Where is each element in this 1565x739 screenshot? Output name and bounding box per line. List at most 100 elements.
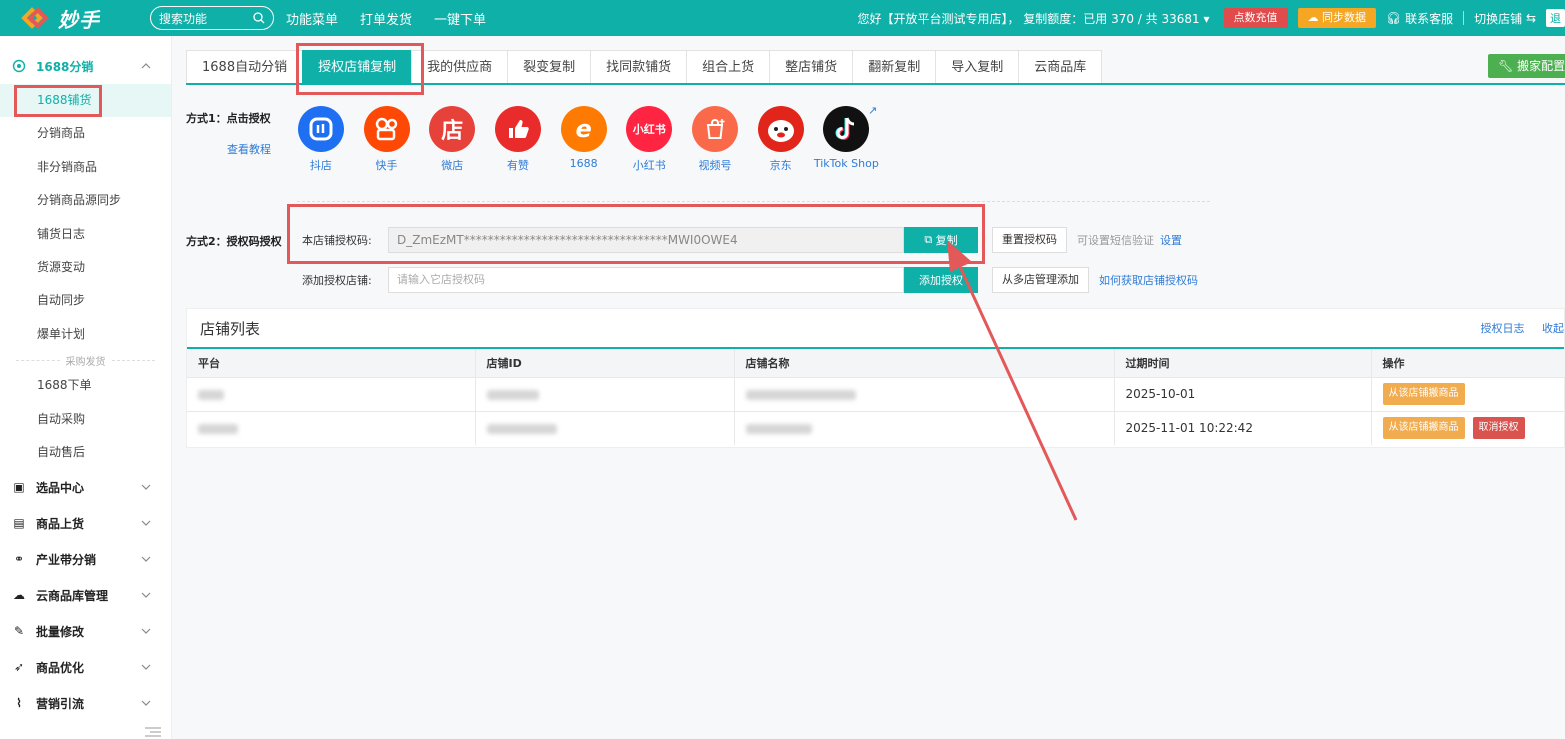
tab-find-same[interactable]: 找同款铺货 bbox=[590, 50, 688, 83]
shop-bag-icon: ▣ bbox=[13, 480, 25, 495]
section-divider bbox=[297, 201, 1210, 202]
support-link[interactable]: 🎧︎ 联系客服 bbox=[1386, 10, 1453, 27]
sidebar-item-listing-log[interactable]: 铺货日志 bbox=[0, 218, 171, 251]
auth-code-field[interactable]: D_ZmEzMT********************************… bbox=[388, 227, 904, 253]
top-bar: 妙手 搜索功能 功能菜单 打单发货 一键下单 您好【开放平台测试专用店】， 复制… bbox=[0, 0, 1565, 36]
tab-import-copy[interactable]: 导入复制 bbox=[935, 50, 1020, 83]
sync-data-button[interactable]: ☁ 同步数据 bbox=[1297, 8, 1377, 28]
nav-print-ship[interactable]: 打单发货 bbox=[360, 9, 412, 28]
sms-settings-link[interactable]: 设置 bbox=[1160, 232, 1182, 248]
sidebar: 1688分销 1688铺货 分销商品 非分销商品 分销商品源同步 铺货日志 货源… bbox=[0, 36, 172, 739]
tab-auth-store-copy[interactable]: 授权店铺复制 bbox=[302, 50, 413, 83]
headset-icon: 🎧︎ bbox=[1386, 11, 1406, 25]
store-list-panel: 店铺列表 授权日志 收起 平台 店铺ID 店铺名称 过期时间 操作 2025-1… bbox=[186, 308, 1565, 448]
tab-1688-auto-dist[interactable]: 1688自动分销 bbox=[186, 50, 304, 83]
revoke-auth-button[interactable]: 取消授权 bbox=[1472, 417, 1525, 440]
move-products-button[interactable]: 从该店铺搬商品 bbox=[1382, 383, 1465, 405]
redacted-store-name bbox=[745, 423, 812, 434]
method2-label: 方式2：授权码授权 bbox=[186, 235, 282, 248]
platform-xiaohongshu[interactable]: 小红书 小红书 bbox=[616, 106, 682, 173]
chevron-down-icon bbox=[141, 625, 151, 639]
search-box[interactable]: 搜索功能 bbox=[150, 6, 274, 30]
platform-douyin[interactable]: 抖店 bbox=[288, 106, 354, 173]
move-config-button[interactable]: 🔧︎ 搬家配置 ▾ bbox=[1488, 54, 1565, 78]
col-store-name: 店铺名称 bbox=[734, 349, 1115, 377]
expire-time: 2025-11-01 10:22:42 bbox=[1114, 410, 1372, 445]
sidebar-group-industry[interactable]: ⚭ 产业带分销 bbox=[0, 541, 171, 577]
platform-weidian[interactable]: 店 微店 bbox=[419, 106, 485, 173]
add-auth-button[interactable]: 添加授权 bbox=[904, 267, 978, 293]
recharge-button[interactable]: 点数充值 bbox=[1223, 8, 1288, 28]
sidebar-group-marketing[interactable]: ⌇ 营销引流 bbox=[0, 685, 171, 721]
how-to-get-code-link[interactable]: 如何获取店铺授权码 bbox=[1099, 272, 1198, 288]
jd-dog-icon bbox=[757, 106, 804, 152]
box-icon: ▤ bbox=[13, 516, 25, 531]
tab-cloud-library[interactable]: 云商品库 bbox=[1018, 50, 1103, 83]
sidebar-item-1688-order[interactable]: 1688下单 bbox=[0, 369, 171, 402]
redacted-store-id bbox=[486, 389, 539, 400]
sidebar-item-source-sync[interactable]: 分销商品源同步 bbox=[0, 184, 171, 217]
main-content: 1688自动分销 授权店铺复制 我的供应商 裂变复制 找同款铺货 组合上货 整店… bbox=[172, 36, 1565, 739]
chevron-down-icon bbox=[141, 553, 151, 567]
sms-hint: 可设置短信验证 bbox=[1077, 234, 1154, 247]
sidebar-item-dist-products[interactable]: 分销商品 bbox=[0, 117, 171, 150]
sidebar-item-non-dist-products[interactable]: 非分销商品 bbox=[0, 151, 171, 184]
tab-refurbish-copy[interactable]: 翻新复制 bbox=[852, 50, 937, 83]
tutorial-link[interactable]: 查看教程 bbox=[227, 141, 271, 157]
auth-code-label: 本店铺授权码: bbox=[302, 234, 372, 247]
platform-list: 抖店 快手 店 微店 有赞 e 1688 小红书 小红书 视频号 京东 ↗ Ti… bbox=[288, 104, 880, 173]
sidebar-group-cloud-library[interactable]: ☁ 云商品库管理 bbox=[0, 577, 171, 613]
caret-down-icon: ▾ bbox=[1203, 11, 1210, 26]
collapse-link[interactable]: 收起 bbox=[1542, 322, 1564, 335]
cloud-icon: ☁ bbox=[13, 588, 25, 603]
sidebar-group-batch-edit[interactable]: ✎ 批量修改 bbox=[0, 613, 171, 649]
platform-jd[interactable]: 京东 bbox=[748, 106, 814, 173]
sidebar-group-upload[interactable]: ▤ 商品上货 bbox=[0, 505, 171, 541]
sidebar-group-selection[interactable]: ▣ 选品中心 bbox=[0, 469, 171, 505]
add-from-multistore-button[interactable]: 从多店管理添加 bbox=[992, 267, 1089, 293]
sidebar-group-1688[interactable]: 1688分销 bbox=[0, 48, 171, 84]
sidebar-item-source-change[interactable]: 货源变动 bbox=[0, 251, 171, 284]
platform-shipinhao[interactable]: 视频号 bbox=[682, 106, 748, 173]
add-auth-code-input[interactable]: 请输入它店授权码 bbox=[388, 267, 904, 293]
move-products-button[interactable]: 从该店铺搬商品 bbox=[1382, 417, 1465, 440]
tab-whole-store[interactable]: 整店铺货 bbox=[769, 50, 854, 83]
platform-youzan[interactable]: 有赞 bbox=[485, 106, 551, 173]
share-nodes-icon: ⚭ bbox=[13, 552, 25, 567]
wrench-icon: 🔧︎ bbox=[1498, 59, 1518, 73]
platform-kuaishou[interactable]: 快手 bbox=[354, 106, 420, 173]
chevron-down-icon bbox=[141, 697, 151, 711]
nav-one-click-order[interactable]: 一键下单 bbox=[434, 9, 486, 28]
switch-store-link[interactable]: 切换店铺 ⇆ bbox=[1474, 10, 1536, 27]
collapse-sidebar-icon[interactable] bbox=[145, 726, 161, 739]
kuaishou-icon bbox=[363, 106, 410, 152]
tiktok-icon bbox=[823, 106, 870, 152]
switch-icon: ⇆ bbox=[1522, 11, 1536, 25]
sidebar-item-auto-sync[interactable]: 自动同步 bbox=[0, 284, 171, 317]
weidian-icon: 店 bbox=[429, 106, 476, 152]
sidebar-divider-purchase: 采购发货 bbox=[0, 351, 171, 369]
sidebar-item-hot-plan[interactable]: 爆单计划 bbox=[0, 318, 171, 351]
logo[interactable]: 妙手 bbox=[0, 4, 140, 33]
platform-1688[interactable]: e 1688 bbox=[551, 106, 617, 173]
sidebar-item-auto-purchase[interactable]: 自动采购 bbox=[0, 403, 171, 436]
logout-button[interactable]: 退 bbox=[1546, 9, 1565, 27]
col-store-id: 店铺ID bbox=[475, 349, 735, 377]
auth-log-link[interactable]: 授权日志 bbox=[1481, 322, 1525, 335]
nav-feature-menu[interactable]: 功能菜单 bbox=[286, 9, 338, 28]
platform-tiktok-shop[interactable]: ↗ TikTok Shop bbox=[814, 104, 880, 173]
sidebar-item-auto-aftersale[interactable]: 自动售后 bbox=[0, 436, 171, 469]
tab-combo-upload[interactable]: 组合上货 bbox=[686, 50, 771, 83]
account-greeting[interactable]: 您好【开放平台测试专用店】， 复制额度：已用 370 / 共 33681 ▾ bbox=[857, 10, 1209, 27]
sidebar-item-1688-listing[interactable]: 1688铺货 bbox=[0, 84, 171, 118]
copy-button[interactable]: ⧉ 复制 bbox=[904, 227, 978, 253]
douyin-store-icon bbox=[297, 106, 344, 152]
add-store-label: 添加授权店铺: bbox=[302, 274, 372, 287]
redacted-platform bbox=[198, 423, 238, 434]
tab-my-suppliers[interactable]: 我的供应商 bbox=[411, 50, 509, 83]
sidebar-group-optimize[interactable]: ➶ 商品优化 bbox=[0, 649, 171, 685]
reset-auth-code-button[interactable]: 重置授权码 bbox=[992, 227, 1067, 253]
edit-list-icon: ✎ bbox=[13, 624, 25, 639]
chevron-down-icon bbox=[141, 517, 151, 531]
tab-fission-copy[interactable]: 裂变复制 bbox=[507, 50, 592, 83]
